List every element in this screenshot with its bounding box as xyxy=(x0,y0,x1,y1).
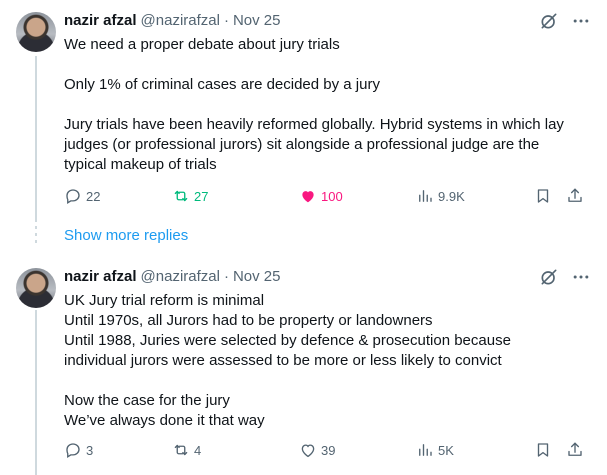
timestamp[interactable]: Nov 25 xyxy=(233,267,281,287)
reply-icon xyxy=(66,189,80,204)
tweet-line: We need a proper debate about jury trial… xyxy=(64,36,340,53)
more-icon[interactable] xyxy=(571,11,591,31)
show-more-replies-link[interactable]: Show more replies xyxy=(64,226,188,246)
repost-button[interactable]: 27 xyxy=(172,186,208,206)
like-button[interactable]: 100 xyxy=(299,186,343,206)
thread-line xyxy=(35,56,37,222)
user-handle[interactable]: @nazirafzal xyxy=(141,11,220,31)
tweet-line: We’ve always done it that way xyxy=(64,412,265,429)
tweet-line: individual jurors were assessed to be mo… xyxy=(64,352,502,369)
reply-button[interactable]: 22 xyxy=(64,186,100,206)
share-button[interactable] xyxy=(566,440,584,460)
reply-count: 22 xyxy=(86,188,101,204)
share-icon xyxy=(568,188,582,202)
bookmark-icon xyxy=(537,443,549,457)
tweet-line xyxy=(64,55,591,75)
repost-button[interactable]: 4 xyxy=(172,440,201,460)
user-handle[interactable]: @nazirafzal xyxy=(141,267,220,287)
tweet-line: Jury trials have been heavily reformed g… xyxy=(64,116,564,133)
tweet[interactable]: nazir afzal @nazirafzal · Nov 25 UK Jury… xyxy=(0,258,607,475)
tweet-line: judges (or professional jurors) sit alon… xyxy=(64,136,540,153)
tweet-header: nazir afzal @nazirafzal · Nov 25 xyxy=(64,267,591,287)
avatar[interactable] xyxy=(16,12,56,52)
tweet-line: typical makeup of trials xyxy=(64,156,217,173)
grok-icon[interactable] xyxy=(539,11,559,31)
heart-icon xyxy=(302,191,314,203)
separator: · xyxy=(223,268,229,285)
like-count: 100 xyxy=(321,188,343,204)
share-button[interactable] xyxy=(566,186,584,206)
tweet-line xyxy=(64,371,591,391)
views-icon xyxy=(419,190,432,202)
tweet-actions: 22 27 100 9.9K xyxy=(64,186,591,206)
repost-icon xyxy=(174,444,188,456)
bookmark-button[interactable] xyxy=(534,440,552,460)
repost-count: 4 xyxy=(194,442,202,458)
separator: · xyxy=(223,12,229,29)
tweet-content: nazir afzal @nazirafzal · Nov 25 We need… xyxy=(64,11,591,175)
like-count: 39 xyxy=(321,442,336,458)
thread-line xyxy=(35,310,37,475)
share-icon xyxy=(568,442,582,456)
tweet-line xyxy=(64,95,591,115)
views-count: 9.9K xyxy=(438,188,465,204)
views-count: 5K xyxy=(438,442,454,458)
thread-gap-dots xyxy=(35,226,37,247)
display-name[interactable]: nazir afzal xyxy=(64,11,137,31)
heart-icon xyxy=(301,444,315,458)
views-button[interactable]: 9.9K xyxy=(416,186,465,206)
tweet-line: UK Jury trial reform is minimal xyxy=(64,292,265,309)
repost-icon xyxy=(174,190,188,202)
tweet-header: nazir afzal @nazirafzal · Nov 25 xyxy=(64,11,591,31)
tweet-text: UK Jury trial reform is minimal Until 19… xyxy=(64,291,591,431)
tweet[interactable]: nazir afzal @nazirafzal · Nov 25 We need… xyxy=(0,0,607,222)
grok-icon[interactable] xyxy=(539,267,559,287)
views-icon xyxy=(419,444,432,456)
bookmark-button[interactable] xyxy=(534,186,552,206)
avatar[interactable] xyxy=(16,268,56,308)
reply-icon xyxy=(66,443,80,458)
tweet-line: Until 1988, Juries were selected by defe… xyxy=(64,332,511,349)
tweet-text: We need a proper debate about jury trial… xyxy=(64,35,591,175)
reply-button[interactable]: 3 xyxy=(64,440,93,460)
views-button[interactable]: 5K xyxy=(416,440,454,460)
display-name[interactable]: nazir afzal xyxy=(64,267,137,287)
tweet-line: Only 1% of criminal cases are decided by… xyxy=(64,76,380,93)
reply-count: 3 xyxy=(86,442,94,458)
tweet-line: Now the case for the jury xyxy=(64,392,230,409)
tweet-content: nazir afzal @nazirafzal · Nov 25 UK Jury… xyxy=(64,267,591,431)
tweet-actions: 3 4 39 5K xyxy=(64,440,591,460)
repost-count: 27 xyxy=(194,188,209,204)
like-button[interactable]: 39 xyxy=(299,440,335,460)
bookmark-icon xyxy=(537,189,549,203)
more-icon[interactable] xyxy=(571,267,591,287)
timestamp[interactable]: Nov 25 xyxy=(233,11,281,31)
tweet-line: Until 1970s, all Jurors had to be proper… xyxy=(64,312,433,329)
